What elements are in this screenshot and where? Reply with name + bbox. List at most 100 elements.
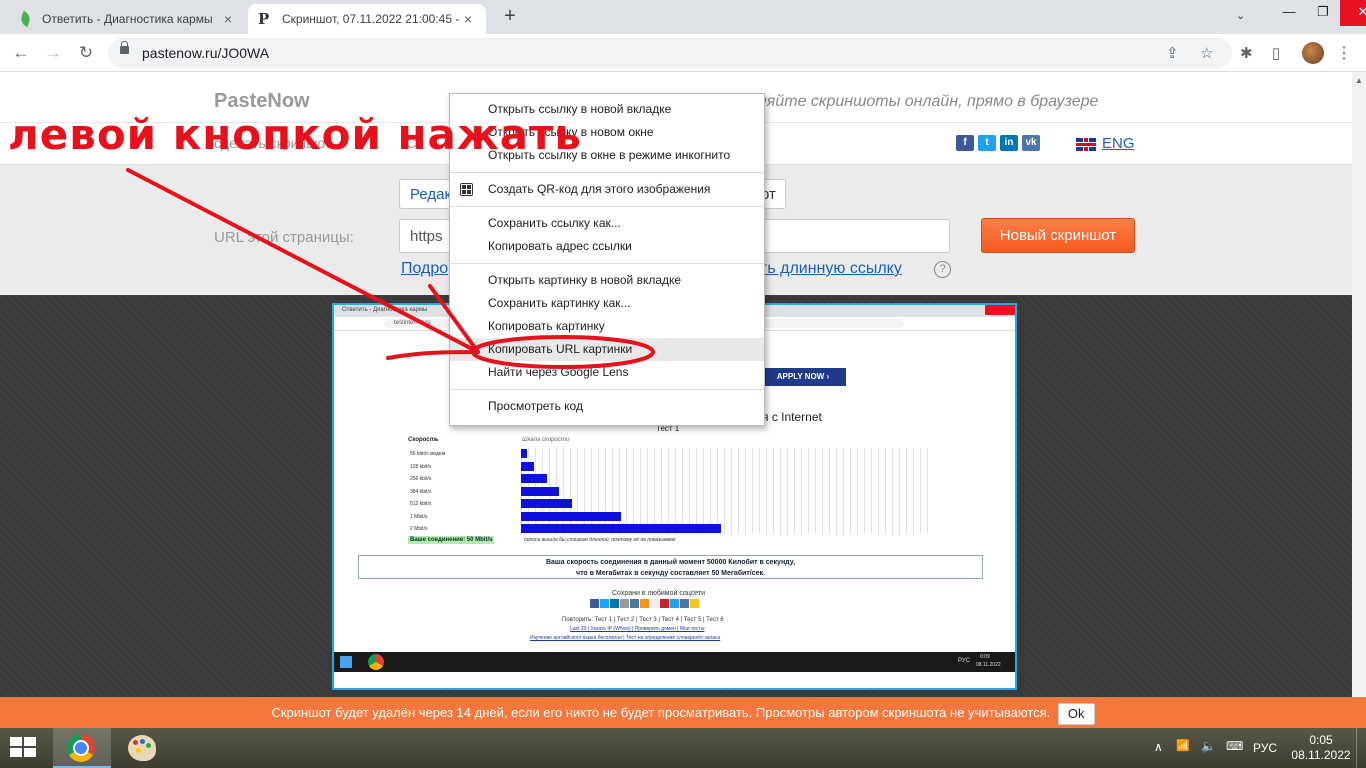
tab-screenshot[interactable]: P Скриншот, 07.11.2022 21:00:45 - × — [248, 4, 486, 34]
thumb-social-icons — [590, 599, 699, 608]
side-panel-icon[interactable]: ▯ — [1272, 44, 1280, 62]
menu-item[interactable]: Копировать картинку — [450, 315, 764, 338]
annotation-text: левой кнопкой нажать — [8, 110, 582, 159]
keyboard-icon[interactable]: ⌨ — [1226, 739, 1243, 768]
profile-avatar[interactable] — [1302, 42, 1324, 64]
menu-separator — [450, 172, 764, 173]
menu-item[interactable]: Копировать URL картинки — [450, 338, 764, 361]
menu-item[interactable]: Просмотреть код — [450, 395, 764, 418]
address-url[interactable]: pastenow.ru/JO0WA — [142, 45, 269, 61]
windows-start-icon[interactable] — [10, 737, 38, 759]
thumb-result-box: Ваша скорость соединения в данный момент… — [358, 555, 983, 579]
menu-item[interactable]: Сохранить картинку как... — [450, 292, 764, 315]
lock-icon[interactable] — [120, 41, 129, 54]
volume-icon[interactable]: 🔈 — [1201, 739, 1216, 768]
forward-button[interactable]: → — [42, 42, 64, 64]
new-screenshot-button[interactable]: Новый скриншот — [981, 218, 1135, 253]
menu-item-label: Сохранить картинку как... — [488, 296, 631, 310]
scroll-up-icon[interactable]: ▲ — [1355, 76, 1363, 85]
language-eng-link[interactable]: ENG — [1102, 135, 1135, 152]
uk-flag-icon[interactable] — [1076, 138, 1096, 151]
menu-item[interactable]: Сохранить ссылку как... — [450, 212, 764, 235]
input-language[interactable]: РУС — [1253, 741, 1277, 768]
back-button[interactable]: ← — [10, 42, 32, 64]
tab-close-icon[interactable]: × — [220, 11, 236, 27]
thumb-tray-date: 08.11.2022 — [976, 662, 1001, 668]
menu-item[interactable]: Найти через Google Lens — [450, 361, 764, 384]
thumb-apply-banner: APPLY NOW › — [760, 368, 846, 386]
menu-item[interactable]: Копировать адрес ссылки — [450, 235, 764, 258]
facebook-icon[interactable]: f — [956, 135, 974, 151]
menu-item-label: Копировать картинку — [488, 319, 605, 333]
qr-code-icon — [460, 183, 473, 196]
page-scrollbar[interactable]: ▲ ▼ — [1352, 72, 1366, 723]
thumb-heading: я с Internet — [762, 410, 822, 424]
help-icon[interactable]: ? — [934, 261, 951, 278]
share-icon[interactable]: ⇪ — [1166, 44, 1179, 62]
network-icon[interactable]: 📶 — [1176, 739, 1190, 768]
menu-item-label: Найти через Google Lens — [488, 365, 629, 379]
menu-item-label: Сохранить ссылку как... — [488, 216, 621, 230]
close-window-button[interactable]: ✕ — [1340, 0, 1366, 26]
menu-item[interactable]: Открыть картинку в новой вкладке — [450, 269, 764, 292]
social-share-icons: f t in vk — [956, 135, 1040, 151]
browser-menu-icon[interactable]: ⋮ — [1336, 43, 1352, 63]
tab-search-icon[interactable]: ⌄ — [1236, 9, 1245, 22]
thumb-tray-time: 0:09 — [980, 654, 990, 660]
leaf-favicon-icon — [18, 11, 34, 27]
menu-item-label: Копировать адрес ссылки — [488, 239, 632, 253]
thumb-speed-bar — [521, 511, 621, 521]
pastenow-favicon-icon: P — [258, 10, 270, 28]
thumb-row-label: 128 kbit/s — [410, 463, 432, 470]
menu-item[interactable]: Создать QR-код для этого изображения — [450, 178, 764, 201]
window-controls: — ❐ ✕ — [1272, 0, 1366, 26]
system-clock[interactable]: 0:05 08.11.2022 — [1290, 733, 1352, 763]
menu-item-label: Просмотреть код — [488, 399, 583, 413]
thumb-tray-lang: РУС — [958, 658, 971, 664]
menu-separator — [450, 263, 764, 264]
tab-close-icon[interactable]: × — [460, 11, 476, 27]
twitter-icon[interactable]: t — [978, 135, 996, 151]
thumb-result-line2: что в Мегабитах в секунду составляет 50 … — [576, 570, 765, 577]
notice-ok-button[interactable]: Ok — [1057, 702, 1095, 725]
reload-button[interactable]: ↻ — [75, 42, 97, 64]
maximize-button[interactable]: ❐ — [1306, 0, 1340, 26]
thumb-links2: Изучение английского языка бесплатно | Т… — [530, 635, 721, 641]
thumb-connection: Ваше соединение: 50 Mbit/s — [408, 536, 495, 544]
minimize-button[interactable]: — — [1272, 0, 1306, 26]
new-tab-button[interactable]: + — [500, 6, 520, 26]
thumb-speed-bar — [521, 486, 560, 496]
thumb-chrome-icon — [368, 654, 384, 670]
tab-title: Скриншот, 07.11.2022 21:00:45 - — [282, 12, 460, 26]
tray-overflow-icon[interactable]: ∧ — [1154, 740, 1163, 768]
page-url-label: URL этой страницы: — [214, 229, 354, 246]
tab-karma[interactable]: Ответить - Диагностика кармы × — [8, 4, 246, 34]
address-bar[interactable]: pastenow.ru/JO0WA ⇪ ☆ — [108, 38, 1232, 68]
taskbar-paint[interactable] — [114, 728, 172, 768]
thumb-row-label: 384 kbit/s — [410, 488, 432, 495]
thumb-close-icon — [985, 305, 1015, 315]
clock-time: 0:05 — [1309, 733, 1333, 747]
thumb-scale-grid — [521, 448, 933, 534]
extensions-icon[interactable]: ✱ — [1240, 44, 1253, 62]
show-desktop-button[interactable] — [1356, 728, 1366, 768]
thumb-speed-bar — [521, 524, 721, 533]
thumb-speed-bar — [521, 449, 527, 458]
thumb-row-label: 256 kbit/s — [410, 476, 432, 482]
windows-taskbar: ∧ 📶 🔈 ⌨ РУС 0:05 08.11.2022 — [0, 728, 1366, 768]
menu-separator — [450, 389, 764, 390]
linkedin-icon[interactable]: in — [1000, 135, 1018, 151]
tab-strip: Ответить - Диагностика кармы × P Скриншо… — [0, 0, 1366, 34]
paint-icon — [128, 735, 156, 761]
bookmark-star-icon[interactable]: ☆ — [1200, 44, 1213, 62]
site-tagline: няйте скриншоты онлайн, прямо в браузере — [758, 93, 1099, 110]
thumb-row-label: 1 Mbit/s — [410, 513, 428, 520]
browser-toolbar: ← → ↻ pastenow.ru/JO0WA ⇪ ☆ ✱ ▯ ⋮ — [0, 34, 1366, 72]
menu-item-label: Открыть картинку в новой вкладке — [488, 273, 682, 287]
details-link[interactable]: Подро — [401, 260, 448, 278]
thumb-speed-heading: Скорость — [408, 437, 439, 443]
taskbar-chrome[interactable] — [53, 728, 111, 768]
long-link-link[interactable]: ть длинную ссылку — [760, 260, 902, 278]
thumb-scale-heading: Шкала скорости — [522, 437, 570, 443]
vk-icon[interactable]: vk — [1022, 135, 1040, 151]
